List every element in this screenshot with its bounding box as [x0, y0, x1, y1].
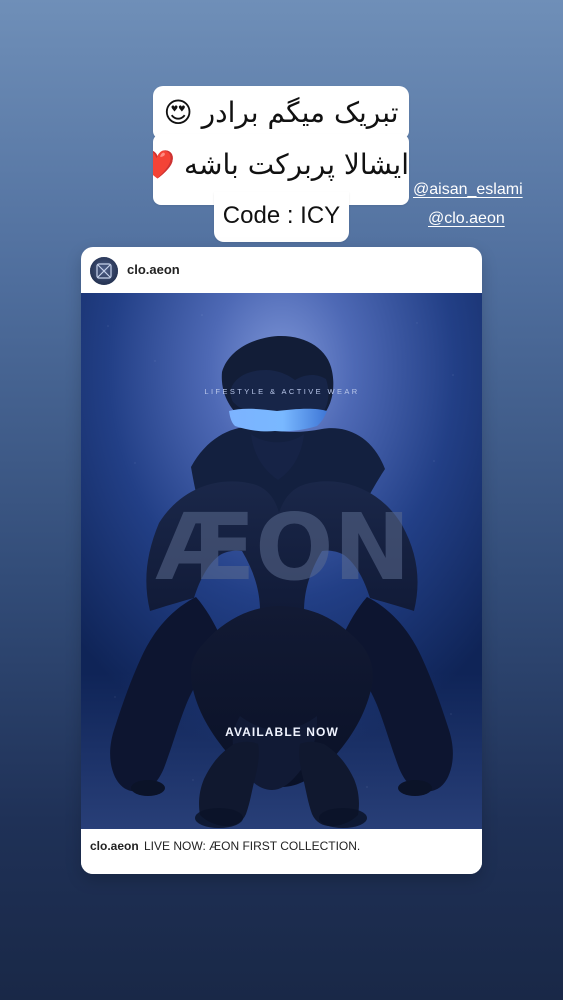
post-header[interactable]: clo.aeon [81, 247, 482, 293]
mention-clo-aeon[interactable]: @clo.aeon [428, 211, 505, 227]
post-media-tagline: LIFESTYLE & ACTIVE WEAR [204, 387, 359, 396]
story-caption-text-3: Code : ICY [222, 202, 341, 229]
post-footer: clo.aeon LIVE NOW: ÆON FIRST COLLECTION. [81, 829, 482, 874]
post-media-logo: ÆON [155, 494, 410, 601]
post-media-cta: AVAILABLE NOW [225, 725, 339, 739]
shared-post-card[interactable]: clo.aeon LIFESTYLE & ACTIVE WEAR ÆON AVA… [81, 247, 482, 874]
story-caption-line-1: تبریک میگم برادر 😍 [153, 86, 409, 139]
story-caption-text-1: تبریک میگم برادر 😍 [163, 96, 399, 129]
post-caption-username[interactable]: clo.aeon [90, 839, 139, 853]
story-caption-line-3: Code : ICY [214, 192, 349, 242]
post-image[interactable]: LIFESTYLE & ACTIVE WEAR ÆON AVAILABLE NO… [81, 293, 482, 829]
mention-aisan-eslami[interactable]: @aisan_eslami [413, 182, 523, 198]
post-username[interactable]: clo.aeon [127, 262, 180, 277]
story-caption-text-2: ایشالا پربرکت باشه ❤️ [153, 148, 409, 181]
post-caption-text: LIVE NOW: ÆON FIRST COLLECTION. [144, 839, 361, 853]
avatar[interactable] [90, 257, 118, 285]
